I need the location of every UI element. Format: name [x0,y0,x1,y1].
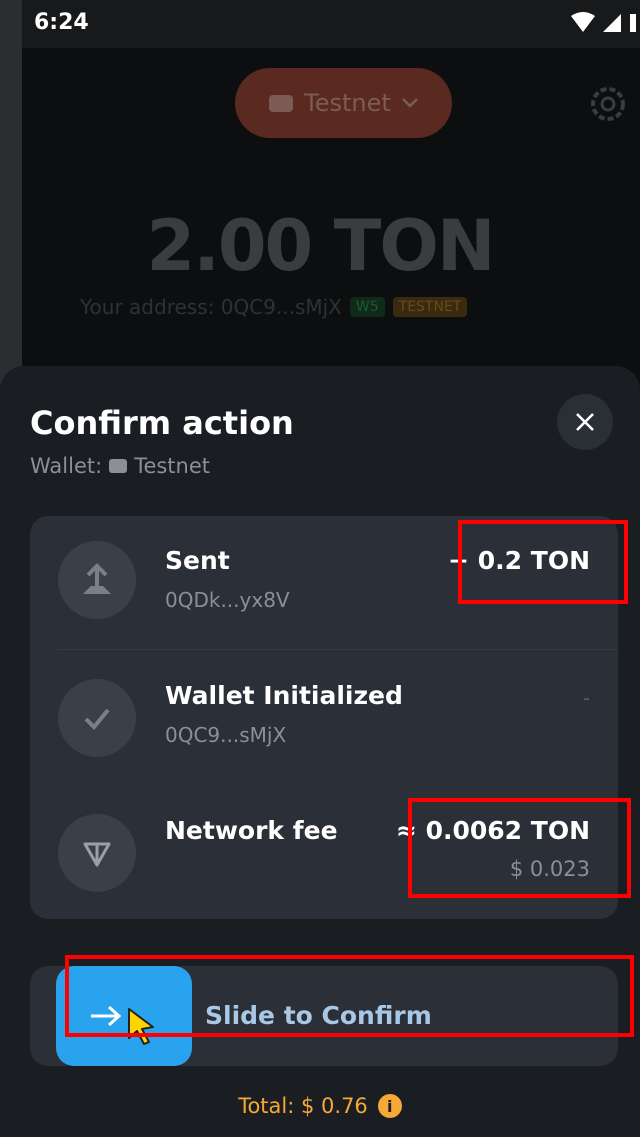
sheet-title: Confirm action [30,404,294,442]
init-row-icon [58,679,136,757]
balance-amount: 2.00 TON [146,205,496,287]
battery-icon [630,14,636,32]
fee-row-icon [58,814,136,892]
sent-address: 0QDk...yx8V [165,588,290,612]
w5-badge: W5 [349,297,385,317]
wallet-icon [269,95,294,112]
init-title: Wallet Initialized [165,681,403,710]
status-time: 6:24 [34,10,89,35]
sent-title: Sent [165,546,230,575]
close-button[interactable] [557,394,613,450]
cursor-icon [128,1008,154,1045]
slide-label: Slide to Confirm [205,1001,432,1030]
arrow-up-icon [83,563,111,594]
confirm-action-sheet: Confirm action Wallet: Testnet Sent 0QDk… [0,366,640,1137]
fee-title: Network fee [165,816,338,845]
system-icons [570,12,636,34]
status-bar: 6:24 [22,0,640,48]
init-amount: - [582,686,590,710]
close-icon [576,413,594,431]
slide-handle[interactable] [56,966,192,1066]
slide-to-confirm[interactable]: Slide to Confirm [30,966,618,1066]
sent-amount: − 0.2 TON [448,546,590,575]
chevron-down-icon [401,98,418,108]
address-text: Your address: 0QC9...sMjX [80,295,342,319]
testnet-badge: TESTNET [392,297,468,317]
network-switcher: Testnet [235,68,452,138]
init-address: 0QC9...sMjX [165,723,287,747]
signal-icon [602,14,621,32]
info-icon[interactable]: i [377,1094,402,1118]
network-label: Testnet [304,89,391,117]
sent-row-icon [58,541,136,619]
fee-amount: ≈ 0.0062 TON [395,816,590,845]
total-line: Total: $ 0.76 i [0,1094,640,1118]
total-text: Total: $ 0.76 [238,1094,368,1118]
wifi-icon [570,12,595,32]
wallet-line: Wallet: Testnet [30,454,210,478]
gear-icon [591,87,625,121]
ton-icon [83,842,111,867]
arrow-right-icon [91,1005,122,1027]
check-icon [84,708,110,730]
wallet-icon [109,459,128,473]
wallet-name: Testnet [134,454,211,478]
divider [58,649,618,650]
actions-card: Sent 0QDk...yx8V − 0.2 TON Wallet Initia… [30,516,618,919]
wallet-prefix: Wallet: [30,454,103,478]
fee-usd: $ 0.023 [509,857,590,881]
address-line: Your address: 0QC9...sMjX W5 TESTNET [80,295,468,319]
